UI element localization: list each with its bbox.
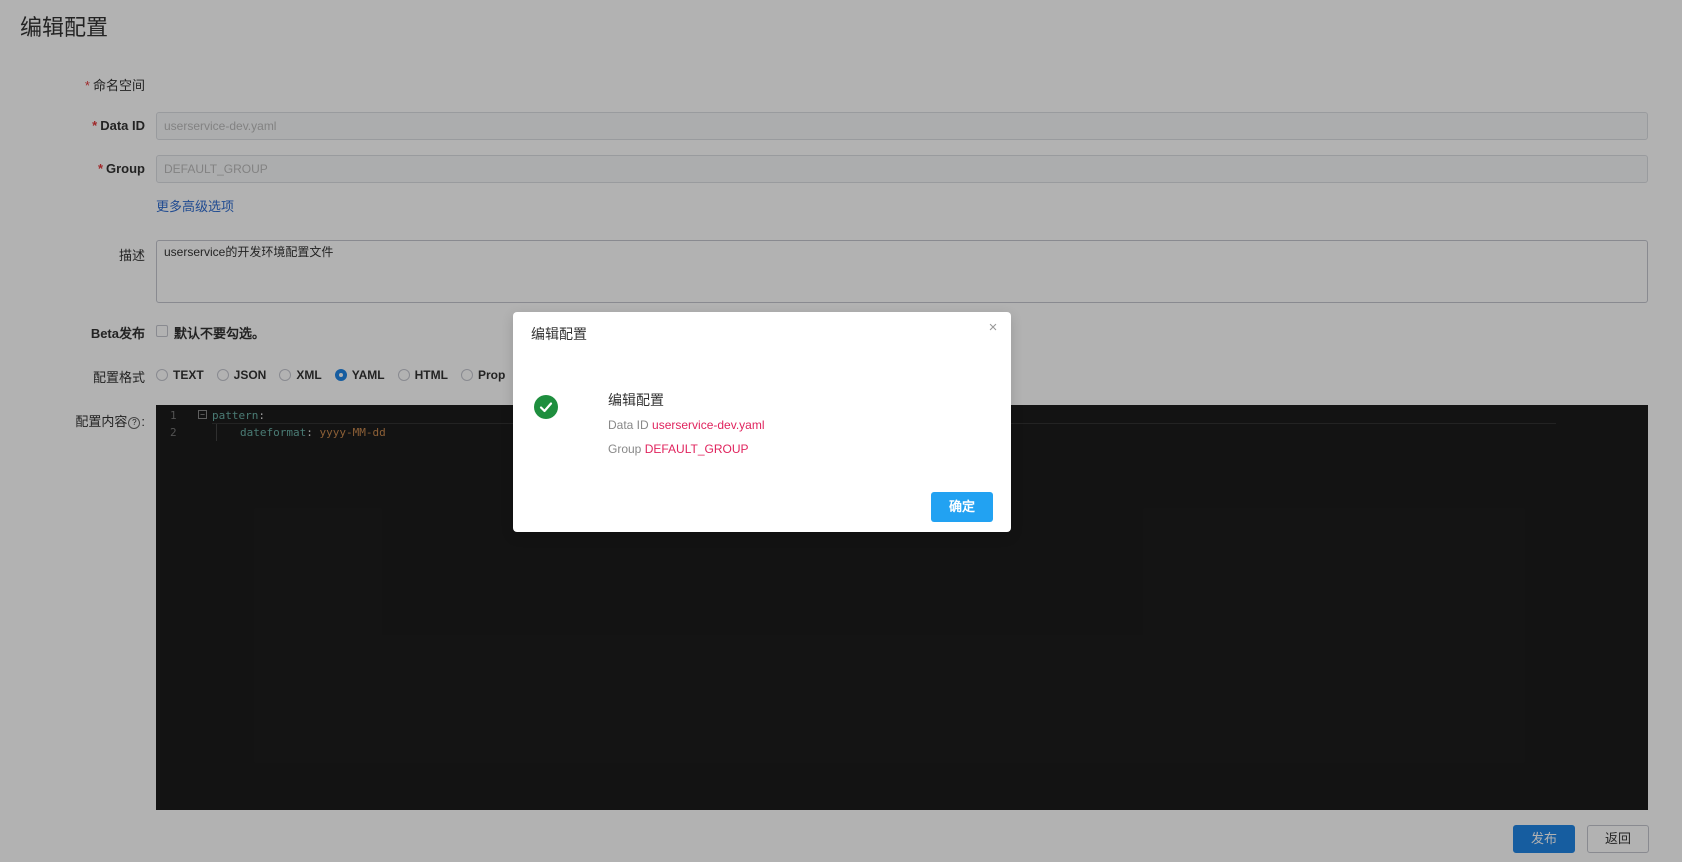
close-icon[interactable]: × [985, 320, 1001, 336]
message-title: 编辑配置 [608, 392, 664, 408]
check-circle-icon [534, 395, 558, 419]
confirm-button[interactable]: 确定 [931, 492, 993, 522]
dialog-title: 编辑配置 [531, 326, 587, 342]
message-group: Group DEFAULT_GROUP [608, 442, 749, 456]
message-dataid: Data ID userservice-dev.yaml [608, 418, 765, 432]
success-dialog: 编辑配置 × 编辑配置 Data ID userservice-dev.yaml… [513, 312, 1011, 532]
